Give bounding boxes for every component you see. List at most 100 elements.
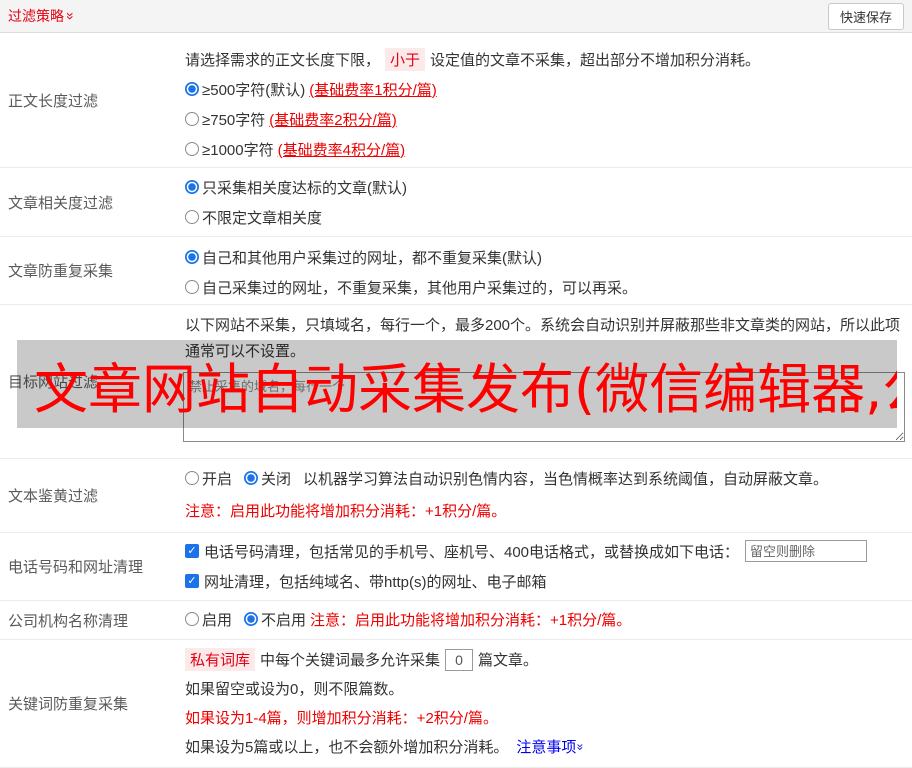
option-500-chars: ≥500字符(默认) (基础费率1积分/篇) [185,74,912,104]
radio-dedup-self[interactable] [185,280,199,294]
phone-clean-checkbox[interactable]: ✓ [185,544,199,558]
phone-clean-line: ✓ 电话号码清理，包括常见的手机号、座机号、400电话格式，或替换成如下电话： [185,536,912,566]
row-label-relevance: 文章相关度过滤 [8,194,114,212]
intro-prefix: 请选择需求的正文长度下限， [185,51,381,69]
notice-link-label: 注意事项 [516,739,577,756]
option-500-fee-note: (基础费率1积分/篇) [309,81,437,99]
chevron-double-down-icon: » [62,12,79,20]
option-500-label: ≥500字符(默认) [202,81,306,99]
url-clean-label: 网址清理，包括纯域名、带http(s)的网址、电子邮箱 [204,573,547,591]
option-dedup-all-label: 自己和其他用户采集过的网址，都不重复采集(默认) [202,249,542,267]
target-site-description: 以下网站不采集，只填域名，每行一个，最多200个。系统会自动识别并屏蔽那些非文章… [185,317,901,360]
radio-relevance-default[interactable] [185,180,199,194]
row-porn-filter: 文本鉴黄过滤 开启 关闭 以机器学习算法自动识别色情内容，当色情概率达到系统阈值… [0,459,912,533]
private-lexicon-tag[interactable]: 私有词库 [185,648,256,671]
filter-strategy-page: 过滤策略 » 快速保存 正文长度过滤 请选择需求的正文长度下限， 小于 设定值的… [0,0,912,768]
content-length-intro: 请选择需求的正文长度下限， 小于 设定值的文章不采集，超出部分不增加积分消耗。 [185,44,912,74]
phone-url-clean-content: ✓ 电话号码清理，包括常见的手机号、座机号、400电话格式，或替换成如下电话： … [185,533,912,600]
row-label-url-dedup: 文章防重复采集 [8,263,114,280]
row-label-company-clean: 公司机构名称清理 [8,612,129,630]
company-clean-options: 启用 不启用 注意：启用此功能将增加积分消耗：+1积分/篇。 [185,604,912,634]
option-1000-chars: ≥1000字符 (基础费率4积分/篇) [185,134,912,164]
topbar: 过滤策略 » 快速保存 [0,0,912,33]
keyword-note-cost: 如果设为1-4篇，则增加积分消耗：+2积分/篇。 [185,703,912,732]
radio-company-on[interactable] [185,612,199,626]
notice-link[interactable]: 注意事项 » [516,736,588,757]
option-relevance-any-label: 不限定文章相关度 [202,209,323,227]
company-clean-note: 注意：启用此功能将增加积分消耗：+1积分/篇。 [310,611,632,629]
option-relevance-default: 只采集相关度达标的文章(默认) [185,172,912,202]
row-keyword-dedup: 关键词防重复采集 私有词库 中每个关键词最多允许采集 篇文章。 如果留空或设为0… [0,640,912,768]
option-750-label: ≥750字符 [202,111,266,129]
intro-suffix: 设定值的文章不采集，超出部分不增加积分消耗。 [430,51,761,69]
option-dedup-self: 自己采集过的网址，不重复采集，其他用户采集过的，可以再采。 [185,272,912,302]
row-label-keyword-dedup: 关键词防重复采集 [8,696,129,713]
url-dedup-options: 自己和其他用户采集过的网址，都不重复采集(默认) 自己采集过的网址，不重复采集，… [185,237,912,304]
keyword-note-empty-text: 如果留空或设为0，则不限篇数。 [185,681,404,698]
option-750-chars: ≥750字符 (基础费率2积分/篇) [185,104,912,134]
row-relevance: 文章相关度过滤 只采集相关度达标的文章(默认) 不限定文章相关度 [0,168,912,237]
keyword-note-five-text: 如果设为5篇或以上，也不会额外增加积分消耗。 [185,739,509,756]
row-company-clean: 公司机构名称清理 启用 不启用 注意：启用此功能将增加积分消耗：+1积分/篇。 [0,601,912,640]
radio-750-chars[interactable] [185,112,199,126]
option-dedup-all: 自己和其他用户采集过的网址，都不重复采集(默认) [185,242,912,272]
check-icon: ✓ [187,545,197,557]
content-length-options: 请选择需求的正文长度下限， 小于 设定值的文章不采集，超出部分不增加积分消耗。 … [185,33,912,167]
radio-company-off[interactable] [244,612,259,626]
keyword-limit-line: 私有词库 中每个关键词最多允许采集 篇文章。 [185,645,912,674]
phone-clean-label: 电话号码清理，包括常见的手机号、座机号、400电话格式，或替换成如下电话： [204,543,740,561]
option-1000-fee-note: (基础费率4积分/篇) [277,141,406,159]
row-content-length: 正文长度过滤 请选择需求的正文长度下限， 小于 设定值的文章不采集，超出部分不增… [0,33,912,168]
option-porn-off: 关闭 [244,468,291,489]
keyword-note-five: 如果设为5篇或以上，也不会额外增加积分消耗。 注意事项 » [185,732,912,761]
keyword-limit-text: 中每个关键词最多允许采集 [260,652,441,669]
keyword-note-empty: 如果留空或设为0，则不限篇数。 [185,674,912,703]
radio-500-chars[interactable] [185,82,199,96]
keyword-dedup-content: 私有词库 中每个关键词最多允许采集 篇文章。 如果留空或设为0，则不限篇数。 如… [185,640,912,767]
porn-filter-description: 以机器学习算法自动识别色情内容，当色情概率达到系统阈值，自动屏蔽文章。 [303,470,829,488]
option-company-off-label: 不启用 [261,611,307,629]
option-porn-on: 开启 [185,468,232,489]
radio-porn-on[interactable] [185,471,199,485]
porn-filter-options: 开启 关闭 以机器学习算法自动识别色情内容，当色情概率达到系统阈值，自动屏蔽文章… [185,463,912,493]
option-relevance-any: 不限定文章相关度 [185,202,912,232]
row-label-target-site: 目标网站过滤 [8,374,99,391]
radio-dedup-all[interactable] [185,250,199,264]
url-clean-line: ✓ 网址清理，包括纯域名、带http(s)的网址、电子邮箱 [185,566,912,596]
keyword-note-cost-text: 如果设为1-4篇，则增加积分消耗：+2积分/篇。 [185,710,498,727]
url-clean-checkbox[interactable]: ✓ [185,574,199,588]
less-than-tag: 小于 [385,47,426,71]
option-750-fee-note: (基础费率2积分/篇) [269,111,397,129]
radio-porn-off[interactable] [244,471,259,485]
option-relevance-default-label: 只采集相关度达标的文章(默认) [202,179,407,197]
page-title-label: 过滤策略 [8,8,64,24]
porn-filter-note: 注意：启用此功能将增加积分消耗：+1积分/篇。 [185,502,507,520]
porn-filter-note-line: 注意：启用此功能将增加积分消耗：+1积分/篇。 [185,495,912,525]
blocked-domains-textarea[interactable] [183,372,905,442]
option-company-on-label: 启用 [202,611,233,629]
option-company-off: 不启用 [244,609,306,630]
row-label-porn-filter: 文本鉴黄过滤 [8,488,99,505]
replacement-phone-input[interactable] [745,540,868,562]
page-title[interactable]: 过滤策略 » [8,6,79,26]
option-dedup-self-label: 自己采集过的网址，不重复采集，其他用户采集过的，可以再采。 [202,279,638,297]
option-1000-label: ≥1000字符 [202,141,274,159]
row-label-content-length: 正文长度过滤 [8,92,99,110]
check-icon: ✓ [187,575,197,587]
option-company-on: 启用 [185,609,232,630]
radio-relevance-any[interactable] [185,210,199,224]
row-target-site: 目标网站过滤 以下网站不采集，只填域名，每行一个，最多200个。系统会自动识别并… [0,305,912,459]
row-url-dedup: 文章防重复采集 自己和其他用户采集过的网址，都不重复采集(默认) 自己采集过的网… [0,237,912,305]
target-site-content: 以下网站不采集，只填域名，每行一个，最多200个。系统会自动识别并屏蔽那些非文章… [183,305,912,458]
row-phone-url-clean: 电话号码和网址清理 ✓ 电话号码清理，包括常见的手机号、座机号、400电话格式，… [0,533,912,601]
chevron-double-down-icon: » [573,743,588,750]
relevance-options: 只采集相关度达标的文章(默认) 不限定文章相关度 [185,168,912,236]
company-clean-content: 启用 不启用 注意：启用此功能将增加积分消耗：+1积分/篇。 [185,601,912,639]
porn-filter-content: 开启 关闭 以机器学习算法自动识别色情内容，当色情概率达到系统阈值，自动屏蔽文章… [185,459,912,532]
option-porn-on-label: 开启 [202,470,233,488]
quick-save-button[interactable]: 快速保存 [827,2,904,30]
option-porn-off-label: 关闭 [261,470,292,488]
row-label-phone-url-clean: 电话号码和网址清理 [8,559,144,576]
keyword-count-input[interactable] [445,648,474,671]
radio-1000-chars[interactable] [185,142,199,156]
